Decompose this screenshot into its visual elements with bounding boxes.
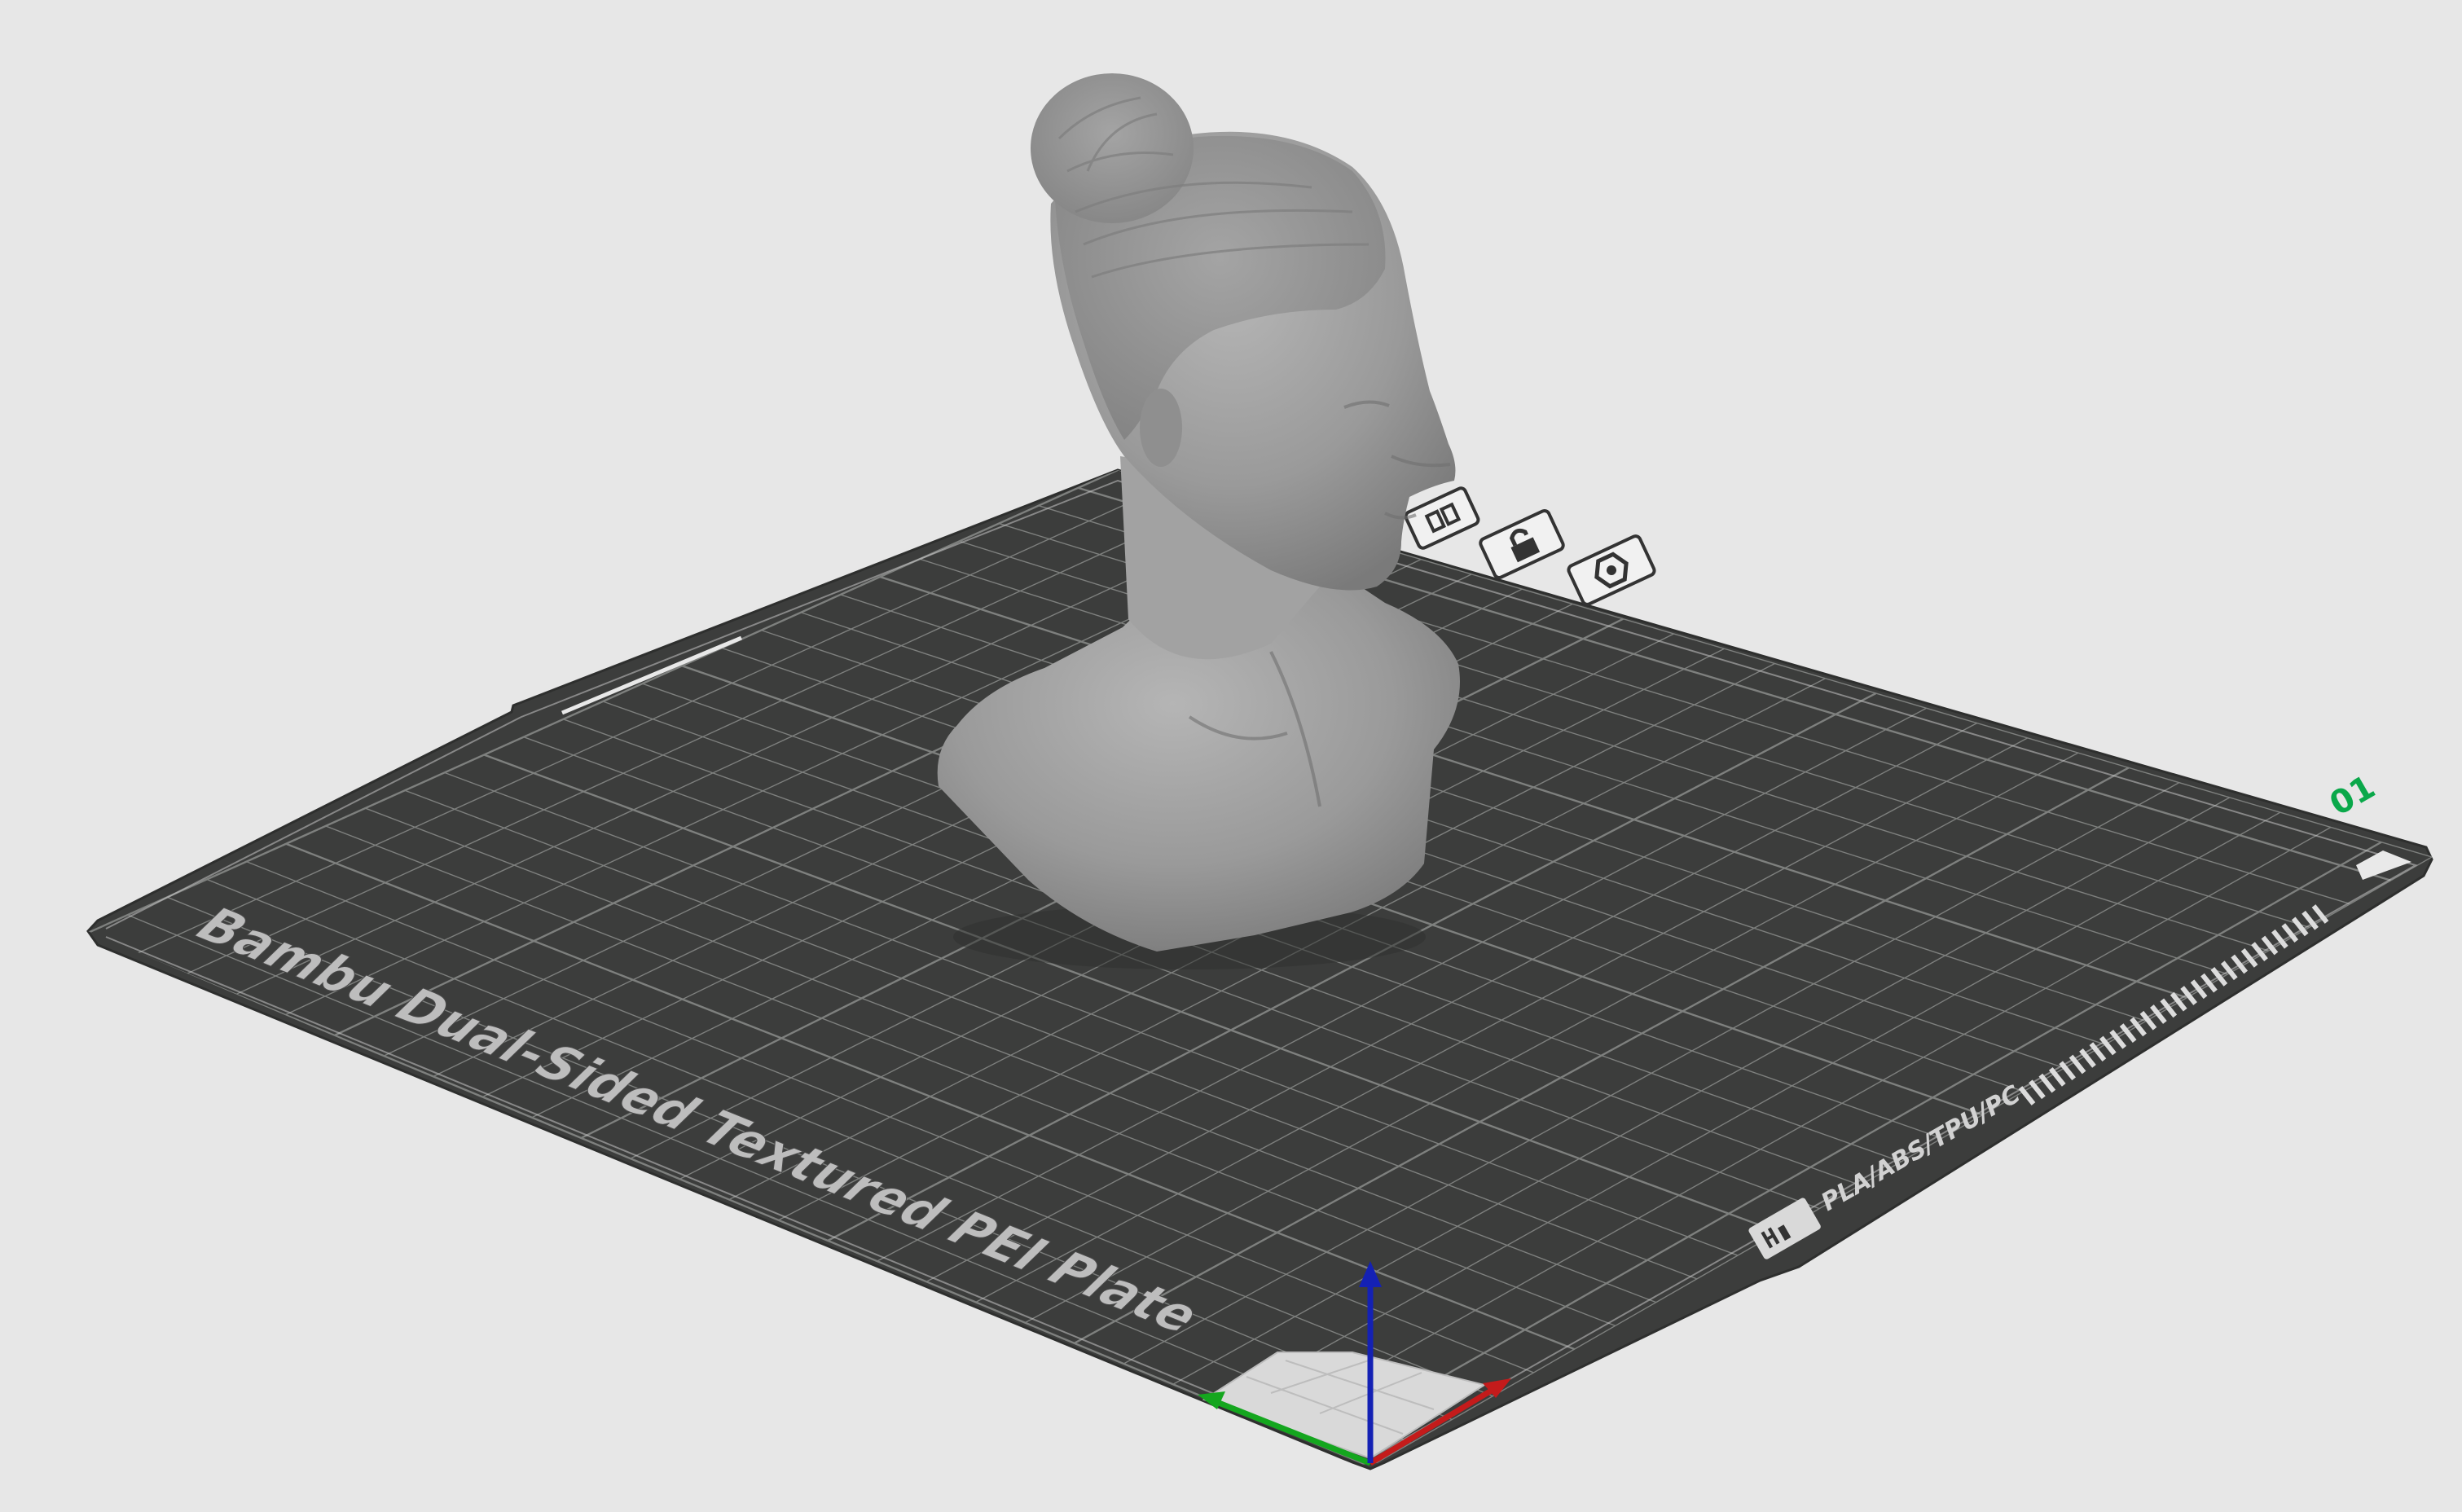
- arrange-icon[interactable]: [1404, 486, 1480, 550]
- plate-number-label: 01: [2324, 768, 2381, 824]
- settings-icon[interactable]: [1567, 534, 1656, 606]
- bust-hair-bun: [1031, 73, 1194, 223]
- scene-canvas[interactable]: Bambu Dual-Sided Textured PEI Plate H▮ P…: [0, 0, 2462, 1508]
- lock-icon[interactable]: [1479, 508, 1565, 580]
- bust-ear: [1140, 389, 1182, 467]
- 3d-viewport[interactable]: Bambu Dual-Sided Textured PEI Plate H▮ P…: [0, 0, 2462, 1508]
